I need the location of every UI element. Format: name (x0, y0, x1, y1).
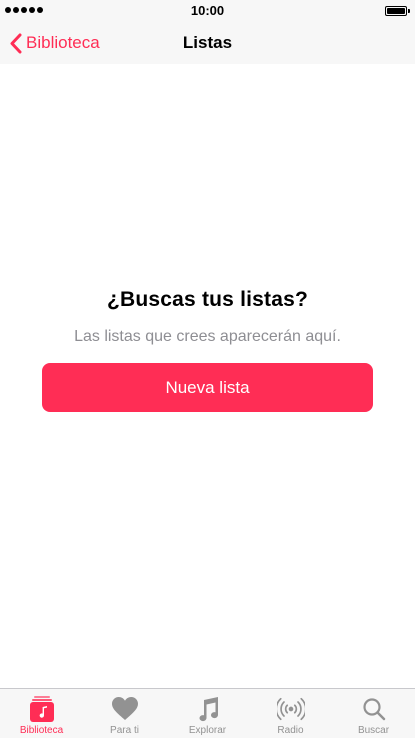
back-button-label: Biblioteca (26, 33, 100, 52)
tab-bar: Biblioteca Para ti Explorar Radio Buscar (0, 688, 415, 738)
tab-for-you[interactable]: Para ti (83, 689, 166, 738)
tab-search[interactable]: Buscar (332, 689, 415, 738)
music-note-icon (194, 695, 222, 723)
tab-label: Radio (277, 725, 304, 736)
tab-label: Para ti (110, 725, 139, 736)
chevron-left-icon (10, 33, 22, 54)
heart-icon (111, 695, 139, 723)
battery-icon (385, 6, 410, 16)
tab-label: Biblioteca (19, 725, 64, 736)
tab-label: Buscar (357, 725, 390, 736)
empty-state: ¿Buscas tus listas? Las listas que crees… (0, 288, 415, 346)
status-time: 10:00 (190, 3, 225, 18)
screen: 10:00 Biblioteca Listas ¿Buscas tus list… (0, 0, 415, 738)
tab-label: Explorar (188, 725, 227, 736)
empty-state-subtitle: Las listas que crees aparecerán aquí. (74, 328, 341, 345)
navigation-bar: Biblioteca Listas (0, 22, 415, 64)
status-bar: 10:00 (0, 0, 415, 22)
back-button[interactable]: Biblioteca (10, 22, 100, 64)
search-icon (360, 695, 388, 723)
empty-state-heading: ¿Buscas tus listas? (106, 288, 309, 311)
tab-browse[interactable]: Explorar (166, 689, 249, 738)
new-playlist-button[interactable]: Nueva lista (42, 363, 373, 412)
tab-library[interactable]: Biblioteca (0, 689, 83, 738)
tab-radio[interactable]: Radio (249, 689, 332, 738)
library-icon (28, 695, 56, 723)
radio-icon (276, 695, 305, 723)
